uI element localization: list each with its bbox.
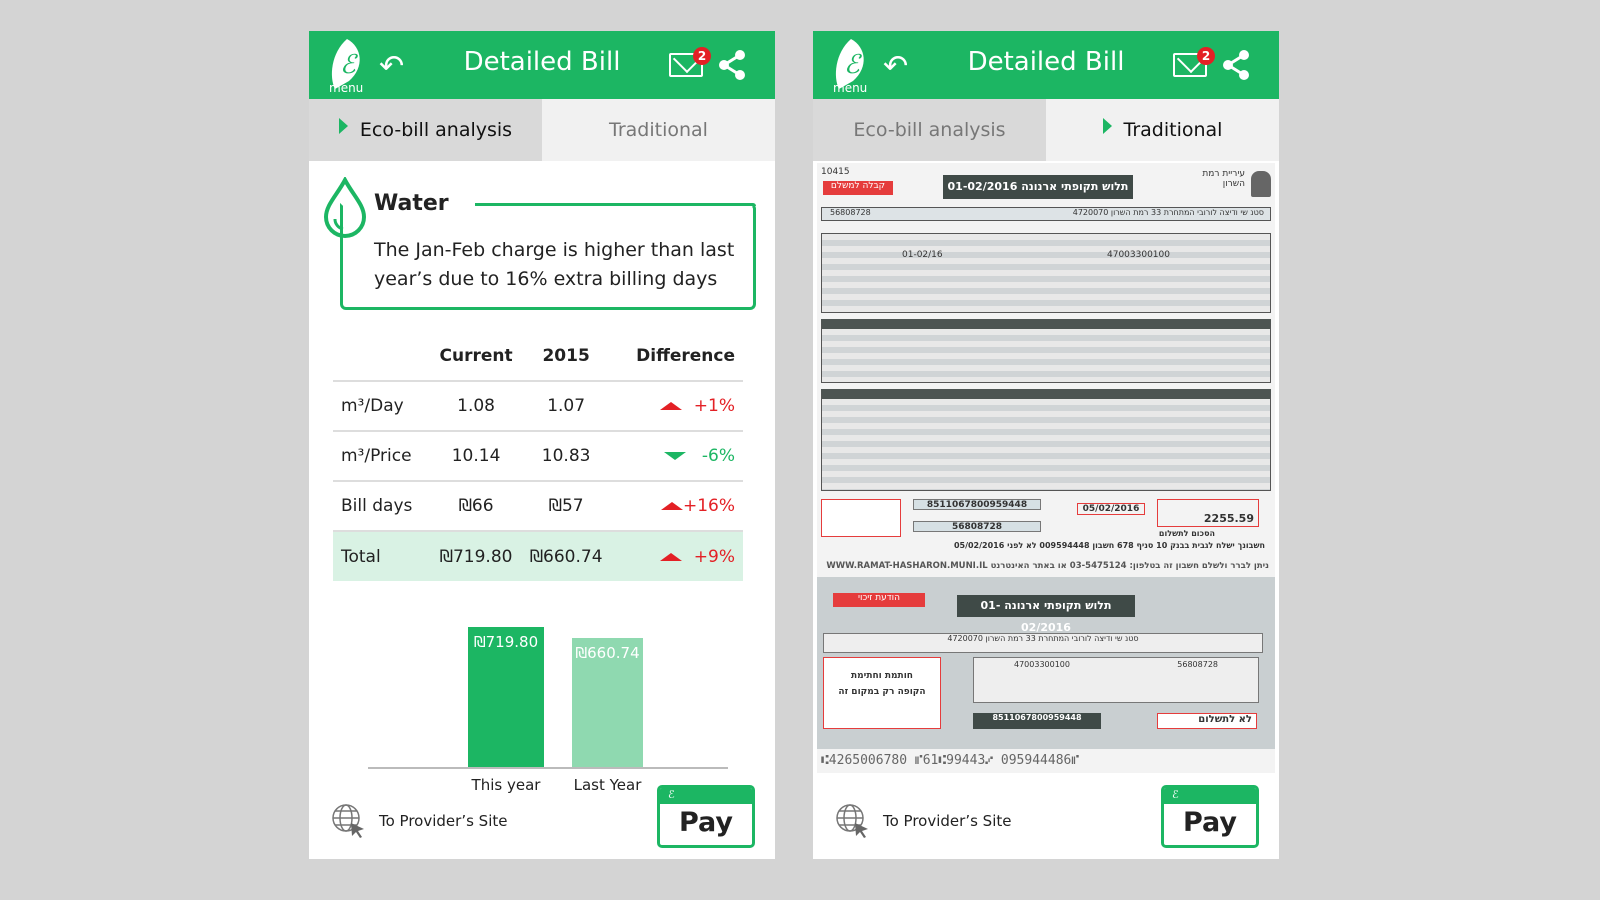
menu-label[interactable]: menu: [833, 81, 867, 95]
bar-this-year: ₪719.80: [468, 627, 544, 767]
table-row: m³/Day 1.08 1.07 +1%: [333, 380, 743, 431]
bar-category-label: Last Year: [573, 776, 642, 794]
tab-eco-bill-analysis[interactable]: Eco-bill analysis: [813, 99, 1046, 161]
globe-cursor-icon: [332, 804, 364, 838]
menu-label[interactable]: menu: [329, 81, 363, 95]
tab-bar: Eco-bill analysis Traditional: [813, 99, 1279, 161]
tab-eco-bill-analysis[interactable]: Eco-bill analysis: [309, 99, 542, 161]
arrow-up-icon: [659, 552, 682, 561]
globe-cursor-icon: [836, 804, 868, 838]
col-difference: Difference: [636, 345, 735, 366]
col-current: Current: [439, 345, 513, 366]
chart-baseline: [368, 767, 728, 769]
pay-button[interactable]: ℰ Pay: [1161, 785, 1259, 848]
arrow-down-icon: [663, 452, 686, 460]
leaf-logo-icon: ℰ: [660, 788, 752, 804]
app-header: ℰ menu ↶ Detailed Bill 2: [813, 31, 1279, 99]
bar-last-year: ₪660.74: [572, 638, 643, 767]
col-2015: 2015: [542, 345, 590, 366]
tab-traditional[interactable]: Traditional: [1046, 99, 1279, 161]
mail-badge: 2: [693, 47, 711, 65]
provider-site-link[interactable]: To Provider’s Site: [835, 803, 1011, 839]
share-icon[interactable]: [717, 49, 747, 81]
app-header: ℰ menu ↶ Detailed Bill 2: [309, 31, 775, 99]
scanned-bill-image: 10415 קבלה למשלם תלוש תקופתי ארנונה 01-0…: [817, 163, 1275, 773]
table-row-total: Total ₪719.80 ₪660.74 +9%: [333, 530, 743, 581]
bill-comparison-chart: ₪719.80 This year ₪660.74 Last Year: [309, 591, 775, 794]
municipal-emblem-icon: [1251, 171, 1271, 197]
table-row: Bill days ₪66 ₪57 +16%: [333, 480, 743, 531]
leaf-logo-icon: ℰ: [1164, 788, 1256, 804]
bar-category-label: This year: [471, 776, 541, 794]
traditional-bill-screen: ℰ menu ↶ Detailed Bill 2 Eco-bill analys…: [813, 31, 1279, 859]
share-icon[interactable]: [1221, 49, 1251, 81]
pay-button[interactable]: ℰ Pay: [657, 785, 755, 848]
table-header: Current 2015 Difference: [333, 331, 743, 381]
eco-bill-screen: ℰ menu ↶ Detailed Bill 2 Eco-bill analys…: [309, 31, 775, 859]
mail-badge: 2: [1197, 47, 1215, 65]
water-message: The Jan-Feb charge is higher than last y…: [374, 239, 735, 290]
table-row: m³/Price 10.14 10.83 -6%: [333, 430, 743, 481]
arrow-up-icon: [659, 402, 682, 410]
arrow-up-icon: [660, 502, 683, 510]
comparison-table: Current 2015 Difference m³/Day 1.08 1.07 +1% …: [333, 331, 743, 581]
tab-traditional[interactable]: Traditional: [542, 99, 775, 161]
provider-site-link[interactable]: To Provider’s Site: [331, 803, 507, 839]
tab-bar: Eco-bill analysis Traditional: [309, 99, 775, 161]
